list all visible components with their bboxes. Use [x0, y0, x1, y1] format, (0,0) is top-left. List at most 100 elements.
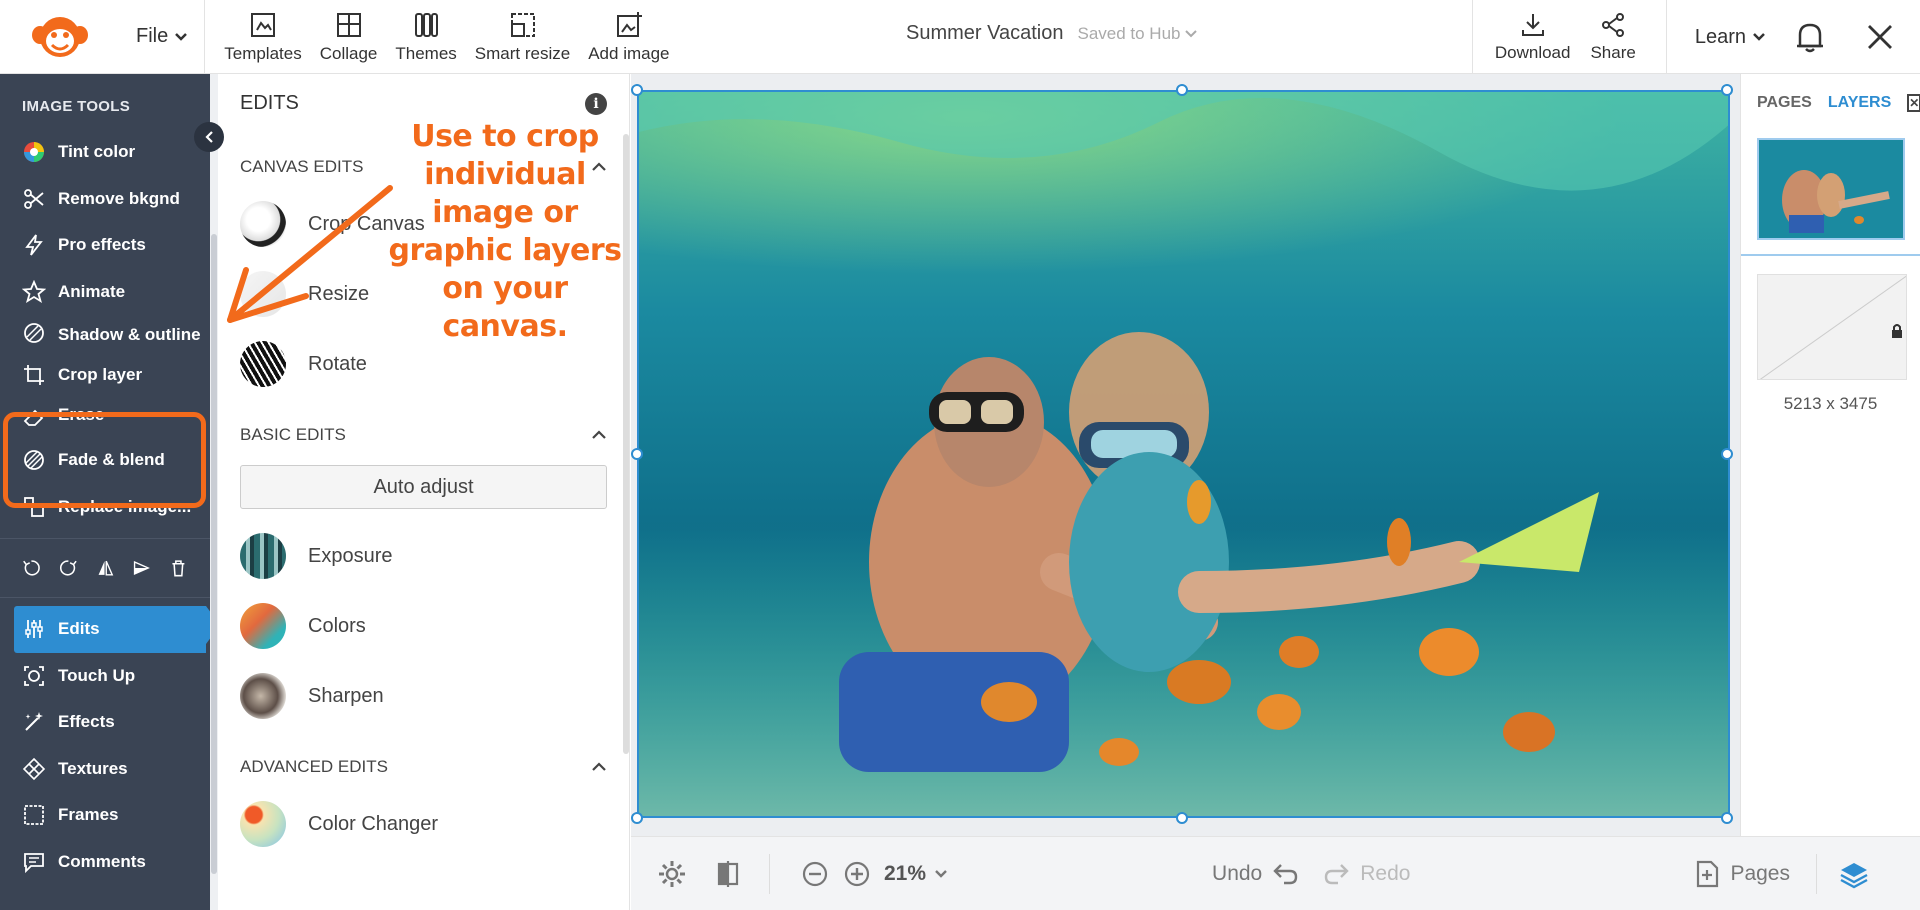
sidebar-item-shadow-outline[interactable]: Shadow & outline	[0, 315, 210, 345]
nav-touch-up[interactable]: Touch Up	[0, 653, 210, 700]
pages-button[interactable]: Pages	[1692, 859, 1790, 889]
notifications-button[interactable]	[1782, 20, 1838, 54]
rotate-thumbnail	[240, 341, 286, 387]
layers-icon	[1840, 862, 1868, 888]
nav-edits[interactable]: Edits	[14, 606, 220, 653]
sidebar-item-crop-layer[interactable]: Crop layer	[0, 345, 210, 405]
chevron-down-icon	[175, 32, 188, 41]
bottom-toolbar: 21% Undo Redo Pages	[631, 836, 1920, 910]
download-label: Download	[1494, 43, 1571, 62]
auto-adjust-button[interactable]: Auto adjust	[240, 465, 607, 509]
nav-textures[interactable]: Textures	[0, 746, 210, 793]
section-title: BASIC EDITS	[240, 425, 346, 444]
photo-layer-thumbnail[interactable]	[1757, 138, 1905, 240]
colors-thumbnail	[240, 603, 286, 649]
add-image-button[interactable]: Add image	[579, 0, 678, 74]
sidebar-item-animate[interactable]: Animate	[0, 269, 210, 316]
templates-label: Templates	[224, 43, 302, 63]
lock-icon[interactable]	[1890, 323, 1904, 339]
smart-resize-icon	[510, 12, 535, 37]
top-bar: File Templates Collage Themes Smart resi…	[0, 0, 1920, 74]
sharpen-thumbnail	[240, 673, 286, 719]
nav-comments[interactable]: Comments	[0, 839, 210, 886]
section-title: ADVANCED EDITS	[240, 757, 388, 776]
edit-colors[interactable]: Colors	[218, 591, 629, 661]
nav-effects[interactable]: Effects	[0, 699, 210, 746]
chevron-down-icon	[1753, 33, 1765, 41]
collapse-sidebar-button[interactable]	[194, 122, 224, 152]
rotate-left-icon[interactable]	[22, 557, 41, 579]
resize-handle[interactable]	[631, 812, 643, 824]
canvas-photo[interactable]	[637, 90, 1730, 818]
logo[interactable]	[0, 0, 120, 74]
layers-toggle-button[interactable]	[1839, 859, 1869, 889]
edit-label: Color Changer	[308, 812, 439, 835]
edit-sharpen[interactable]: Sharpen	[218, 661, 629, 731]
edit-exposure[interactable]: Exposure	[218, 521, 629, 591]
close-panel-icon[interactable]: ✕	[1907, 94, 1920, 112]
redo-button[interactable]: Redo	[1322, 859, 1410, 889]
gear-icon	[659, 860, 685, 887]
image-tools-sidebar: IMAGE TOOLS Tint color Remove bkgnd Pro …	[0, 74, 220, 910]
redo-label: Redo	[1360, 861, 1411, 885]
nav-label: Comments	[58, 851, 146, 871]
scroll-thumb[interactable]	[211, 234, 217, 874]
sidebar-scrollbar[interactable]	[210, 74, 218, 910]
resize-handle[interactable]	[631, 84, 643, 96]
lightning-icon	[22, 233, 46, 257]
resize-handle[interactable]	[1721, 812, 1733, 824]
zoom-level: 21%	[884, 861, 927, 885]
sidebar-item-pro-effects[interactable]: Pro effects	[0, 222, 210, 269]
layer-dimensions: 5213 x 3475	[1783, 394, 1878, 413]
undo-button[interactable]: Undo	[1212, 859, 1300, 889]
scissors-icon	[22, 187, 46, 211]
zoom-out-button[interactable]	[800, 859, 830, 889]
sliders-icon	[22, 617, 46, 641]
edit-color-changer[interactable]: Color Changer	[218, 789, 629, 859]
share-button[interactable]: Share	[1580, 11, 1645, 63]
zoom-level-dropdown[interactable]: 21%	[884, 862, 948, 886]
background-layer-thumbnail[interactable]	[1757, 274, 1907, 380]
settings-button[interactable]	[657, 859, 687, 889]
advanced-edits-header[interactable]: ADVANCED EDITS	[218, 745, 629, 789]
smart-resize-button[interactable]: Smart resize	[466, 0, 579, 74]
resize-handle[interactable]	[1176, 812, 1188, 824]
themes-icon	[415, 12, 439, 37]
resize-handle[interactable]	[1721, 448, 1733, 460]
resize-handle[interactable]	[1176, 84, 1188, 96]
info-icon[interactable]: i	[585, 92, 607, 115]
resize-handle[interactable]	[631, 448, 643, 460]
rotate-right-icon[interactable]	[59, 557, 78, 579]
close-icon	[1868, 25, 1892, 49]
sidebar-item-tint-color[interactable]: Tint color	[0, 129, 210, 176]
undo-icon	[1273, 863, 1298, 884]
crop-layer-highlight	[3, 412, 206, 508]
close-button[interactable]	[1838, 23, 1920, 51]
basic-edits-header[interactable]: BASIC EDITS	[218, 413, 629, 457]
redo-icon	[1325, 863, 1349, 884]
collage-label: Collage	[319, 43, 378, 63]
saved-status-dropdown[interactable]: Saved to Hub	[1077, 24, 1197, 44]
resize-handle[interactable]	[1721, 84, 1733, 96]
learn-menu[interactable]: Learn	[1667, 26, 1782, 49]
file-menu[interactable]: File	[120, 0, 206, 74]
sidebar-item-remove-bkgnd[interactable]: Remove bkgnd	[0, 176, 210, 223]
collage-icon	[336, 12, 361, 37]
nav-frames[interactable]: Frames	[0, 792, 210, 839]
trash-icon[interactable]	[169, 557, 188, 579]
sidebar-item-label: Animate	[58, 281, 126, 301]
sidebar-item-label: Crop layer	[58, 365, 143, 384]
tab-layers[interactable]: LAYERS	[1828, 94, 1891, 112]
flip-vertical-icon[interactable]	[132, 557, 151, 579]
flip-horizontal-icon[interactable]	[96, 557, 115, 579]
zoom-in-button[interactable]	[842, 859, 872, 889]
download-button[interactable]: Download	[1473, 11, 1581, 63]
star-icon	[22, 279, 46, 304]
annotation-line: Use to crop	[411, 119, 599, 154]
themes-button[interactable]: Themes	[386, 0, 465, 74]
tab-pages[interactable]: PAGES	[1757, 94, 1812, 112]
collage-button[interactable]: Collage	[311, 0, 387, 74]
templates-button[interactable]: Templates	[215, 0, 310, 74]
document-name[interactable]: Summer Vacation	[906, 22, 1063, 45]
compare-button[interactable]	[713, 859, 743, 889]
